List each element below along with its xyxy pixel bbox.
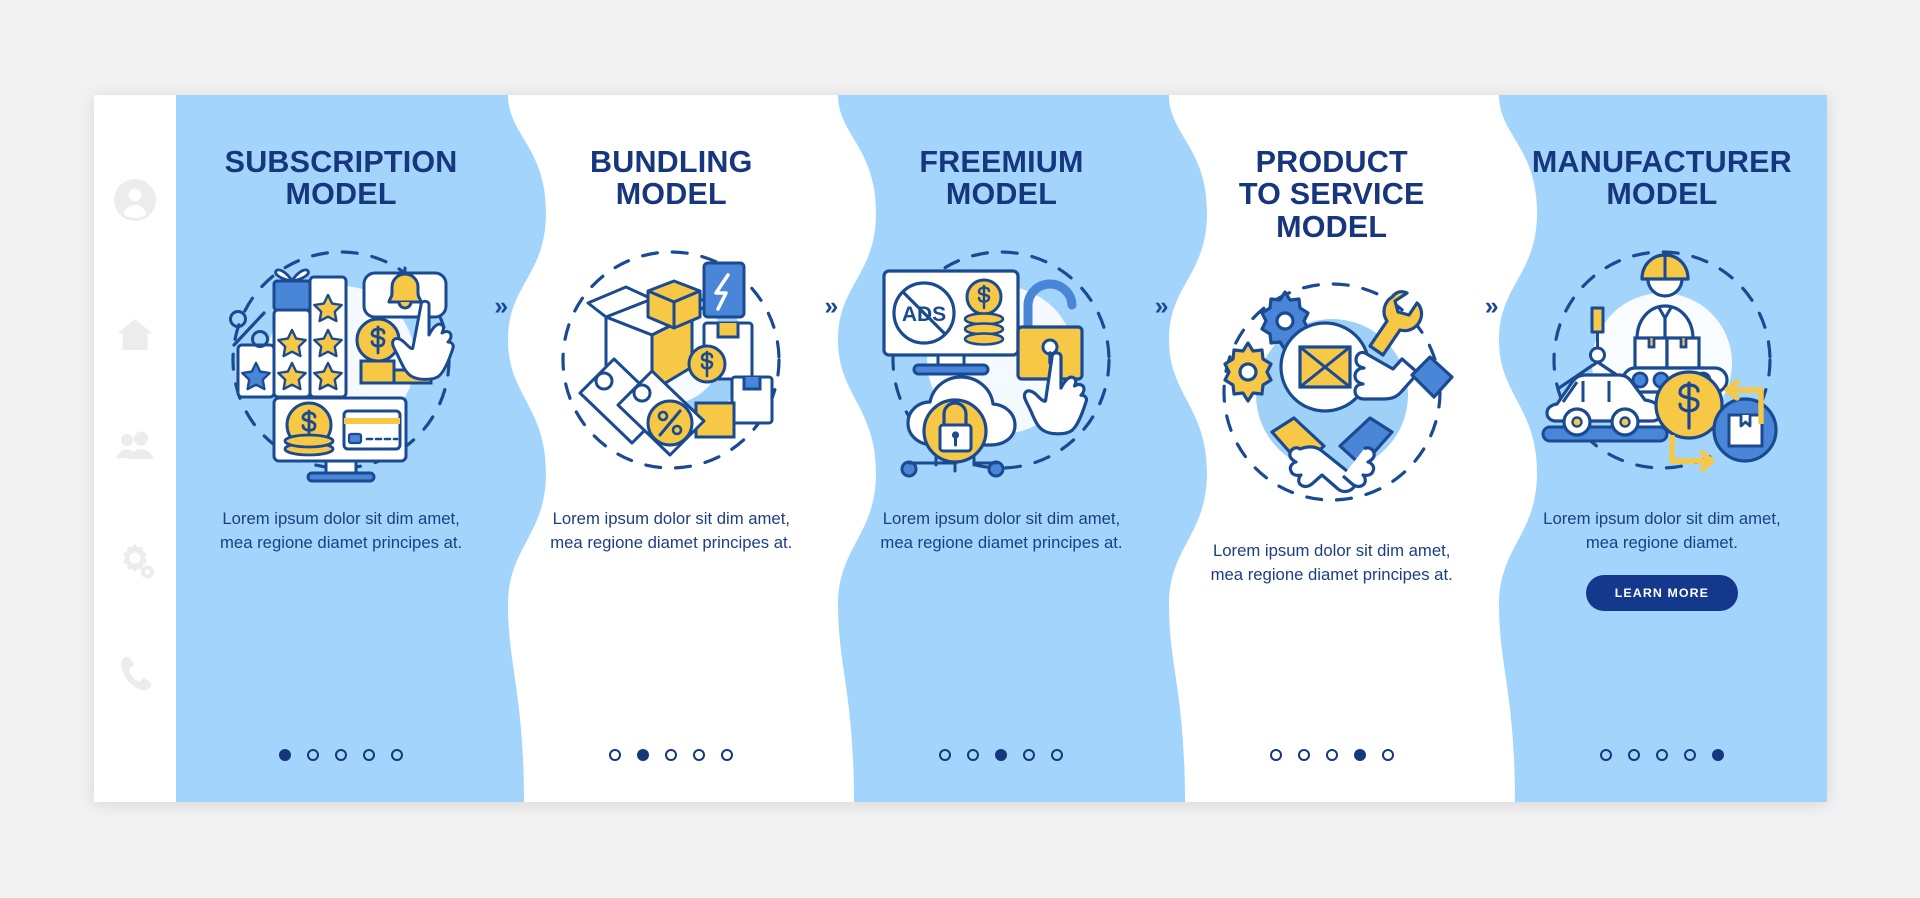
- onboarding-card[interactable]: PRODUCT TO SERVICE MODEL Lorem ipsum dol…: [1166, 95, 1497, 802]
- pagination-dot-active[interactable]: [279, 749, 292, 761]
- gear-icon[interactable]: [113, 538, 157, 582]
- pagination-dot[interactable]: [721, 749, 734, 761]
- next-step-chevron-icon[interactable]: »: [1485, 294, 1499, 319]
- pagination-dot[interactable]: [693, 749, 706, 761]
- pagination-dot-active[interactable]: [1711, 749, 1724, 761]
- pagination-dot[interactable]: [1683, 749, 1696, 761]
- people-icon[interactable]: [113, 425, 157, 469]
- card-description: Lorem ipsum dolor sit dim amet, mea regi…: [1210, 540, 1453, 585]
- manufacturer-illustration: [1537, 235, 1787, 485]
- card-title: SUBSCRIPTION MODEL: [224, 145, 458, 212]
- onboarding-mockup: SUBSCRIPTION MODEL Lorem ipsum dolor sit…: [94, 95, 1827, 802]
- next-step-chevron-icon[interactable]: »: [494, 294, 508, 319]
- product-to-service-illustration: [1207, 267, 1457, 517]
- pagination-dot[interactable]: [665, 749, 678, 761]
- account-icon[interactable]: [113, 178, 157, 222]
- pagination-dots: [1497, 749, 1827, 761]
- onboarding-card[interactable]: MANUFACTURER MODEL Lorem ipsum dolor sit…: [1496, 95, 1827, 802]
- phone-icon[interactable]: [113, 651, 157, 695]
- pagination-dot[interactable]: [363, 749, 376, 761]
- pagination-dot[interactable]: [1269, 749, 1282, 761]
- card-description: Lorem ipsum dolor sit dim amet, mea regi…: [550, 508, 793, 552]
- pagination-dot[interactable]: [1297, 749, 1310, 761]
- cards-track: SUBSCRIPTION MODEL Lorem ipsum dolor sit…: [176, 95, 1827, 802]
- pagination-dot[interactable]: [391, 749, 404, 761]
- sidebar: [94, 95, 176, 802]
- svg-text:ADS: ADS: [902, 303, 946, 326]
- pagination-dot-active[interactable]: [995, 749, 1008, 761]
- card-description: Lorem ipsum dolor sit dim amet, mea regi…: [1543, 508, 1781, 552]
- pagination-dot[interactable]: [939, 749, 952, 761]
- pagination-dot[interactable]: [1627, 749, 1640, 761]
- home-icon[interactable]: [113, 312, 157, 356]
- next-step-chevron-icon[interactable]: »: [1155, 294, 1169, 319]
- card-description: Lorem ipsum dolor sit dim amet, mea regi…: [220, 508, 463, 552]
- screen: SUBSCRIPTION MODEL Lorem ipsum dolor sit…: [0, 0, 1920, 898]
- pagination-dot[interactable]: [307, 749, 320, 761]
- pagination-dot[interactable]: [1325, 749, 1338, 761]
- pagination-dot[interactable]: [609, 749, 622, 761]
- card-description: Lorem ipsum dolor sit dim amet, mea regi…: [880, 508, 1123, 552]
- pagination-dot[interactable]: [1381, 749, 1394, 761]
- next-step-chevron-icon[interactable]: »: [824, 294, 838, 319]
- bundling-illustration: [546, 235, 796, 485]
- subscription-illustration: [216, 235, 466, 485]
- pagination-dot[interactable]: [967, 749, 980, 761]
- freemium-illustration: ADS: [876, 235, 1126, 485]
- pagination-dots: [1167, 749, 1497, 761]
- onboarding-card[interactable]: BUNDLING MODEL Lorem ipsum dolor sit dim…: [506, 95, 837, 802]
- pagination-dot[interactable]: [1023, 749, 1036, 761]
- pagination-dot-active[interactable]: [637, 749, 650, 761]
- pagination-dot[interactable]: [1655, 749, 1668, 761]
- onboarding-card[interactable]: SUBSCRIPTION MODEL Lorem ipsum dolor sit…: [176, 95, 507, 802]
- card-title: MANUFACTURER MODEL: [1531, 145, 1792, 212]
- card-title: BUNDLING MODEL: [590, 145, 753, 212]
- pagination-dot[interactable]: [335, 749, 348, 761]
- pagination-dots: [176, 749, 506, 761]
- card-title: FREEMIUM MODEL: [919, 145, 1084, 212]
- onboarding-card[interactable]: FREEMIUM MODEL ADS Lorem ipsum dolor sit…: [836, 95, 1167, 802]
- learn-more-button[interactable]: LEARN MORE: [1585, 574, 1739, 611]
- card-title: PRODUCT TO SERVICE MODEL: [1238, 145, 1425, 244]
- pagination-dots: [836, 749, 1166, 761]
- pagination-dot-active[interactable]: [1353, 749, 1366, 761]
- pagination-dot[interactable]: [1051, 749, 1064, 761]
- pagination-dot[interactable]: [1599, 749, 1612, 761]
- pagination-dots: [506, 749, 836, 761]
